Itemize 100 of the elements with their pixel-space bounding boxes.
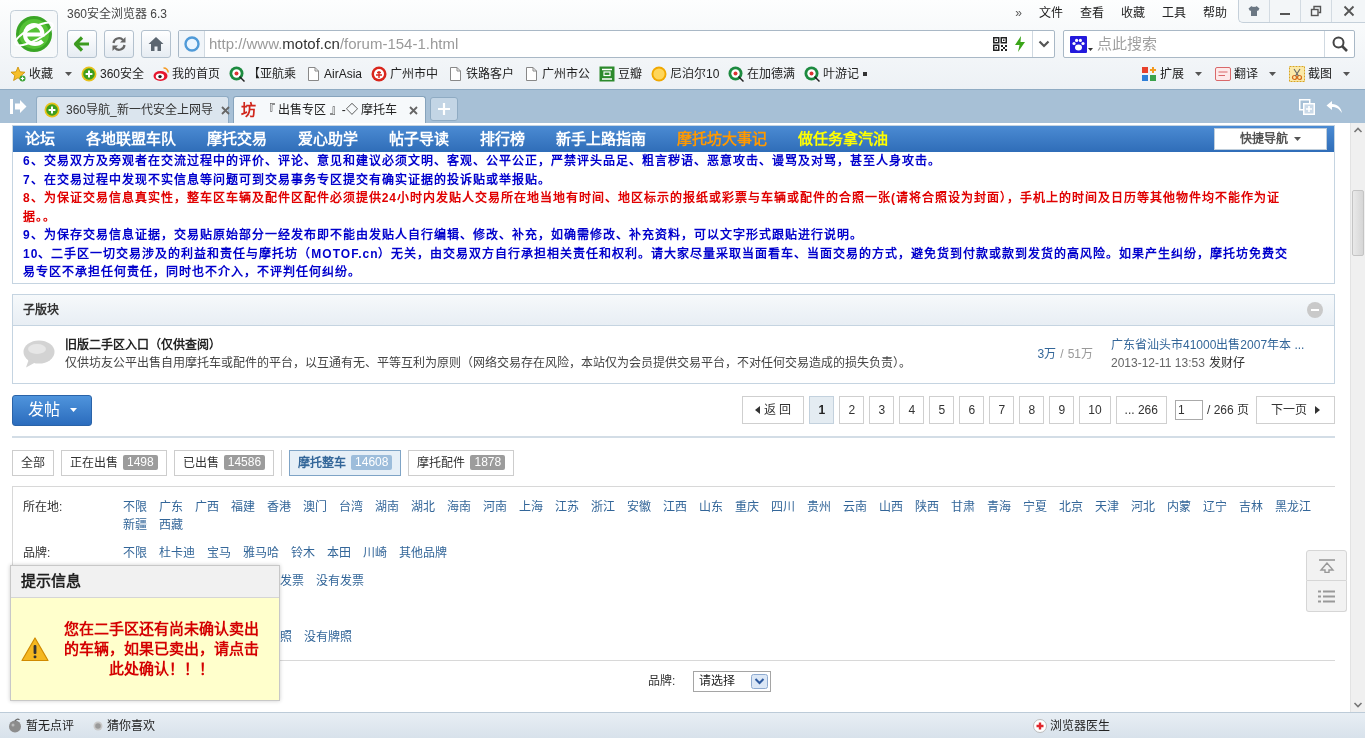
- menu-item[interactable]: 文件: [1039, 5, 1063, 21]
- eye-icon[interactable]: [153, 65, 170, 82]
- nav-link[interactable]: 做任务拿汽油: [798, 129, 888, 149]
- filter-option[interactable]: 云南: [843, 497, 867, 516]
- filter-option[interactable]: 福建: [231, 497, 255, 516]
- filter-option[interactable]: 其他品牌: [399, 543, 447, 562]
- filter-option[interactable]: 贵州: [807, 497, 831, 516]
- status-item[interactable]: 浏览器医生: [1033, 716, 1110, 735]
- filter-option[interactable]: 重庆: [735, 497, 759, 516]
- plus-badge-icon[interactable]: [44, 102, 60, 118]
- post-author[interactable]: 发财仔: [1208, 354, 1245, 372]
- refresh-button[interactable]: [104, 30, 134, 58]
- filter-tab[interactable]: 正在出售 1498: [61, 449, 167, 476]
- url-text[interactable]: http://www.motof.cn/forum-154-1.html: [209, 34, 459, 54]
- filter-option[interactable]: 安徽: [627, 497, 651, 516]
- target-icon[interactable]: [229, 65, 246, 82]
- caret-icon[interactable]: [1294, 137, 1301, 141]
- filter-option[interactable]: 香港: [267, 497, 291, 516]
- target-icon[interactable]: [804, 65, 821, 82]
- filter-option[interactable]: 新疆: [123, 515, 147, 534]
- more-menu-button[interactable]: »: [1015, 5, 1022, 21]
- filter-option[interactable]: 陕西: [915, 497, 939, 516]
- filter-option[interactable]: 铃木: [291, 543, 315, 562]
- last-post-link[interactable]: 广东省汕头市41000出售2007年本 ...: [1111, 336, 1305, 354]
- back-arrow-icon[interactable]: [73, 35, 91, 53]
- bookmark-item[interactable]: 豆瓣: [599, 64, 643, 83]
- scrollbar-thumb[interactable]: [1352, 190, 1364, 256]
- star-icon[interactable]: [10, 65, 26, 82]
- cross-icon[interactable]: [1033, 718, 1047, 733]
- refresh-icon[interactable]: [110, 35, 128, 53]
- filter-option[interactable]: 不限: [123, 543, 147, 562]
- scissors-icon[interactable]: [1289, 65, 1305, 82]
- bookmark-item[interactable]: 广州市公: [523, 64, 591, 83]
- filter-option[interactable]: 青海: [987, 497, 1011, 516]
- filter-option[interactable]: 河北: [1131, 497, 1155, 516]
- lightning-icon[interactable]: [1014, 36, 1026, 52]
- nav-link[interactable]: 各地联盟车队: [86, 129, 176, 149]
- caret-icon[interactable]: [1343, 71, 1350, 76]
- shirt-icon[interactable]: [1248, 5, 1260, 17]
- status-item[interactable]: 暂无点评: [8, 716, 74, 735]
- menu-item[interactable]: 收藏: [1121, 5, 1145, 21]
- target-icon[interactable]: [728, 65, 745, 82]
- filter-option[interactable]: 广东: [159, 497, 183, 516]
- list-icon[interactable]: [1318, 589, 1335, 603]
- caret-icon[interactable]: [1269, 71, 1276, 76]
- page-button[interactable]: 3: [869, 396, 895, 424]
- filter-option[interactable]: 山西: [879, 497, 903, 516]
- toolbar-menu[interactable]: 截图: [1289, 64, 1350, 83]
- address-bar[interactable]: http://www.motof.cn/forum-154-1.html: [178, 30, 1055, 58]
- filter-option[interactable]: 宝马: [207, 543, 231, 562]
- page-button[interactable]: 9: [1049, 396, 1075, 424]
- post-button[interactable]: 发帖: [12, 394, 92, 426]
- filter-tab[interactable]: 已出售 14586: [173, 449, 275, 476]
- nav-link[interactable]: 新手上路指南: [556, 129, 646, 149]
- page-icon[interactable]: [305, 65, 322, 82]
- plus-badge-icon[interactable]: [81, 65, 97, 82]
- bookmark-item[interactable]: 【亚航乘: [229, 64, 297, 83]
- back-button[interactable]: [67, 30, 97, 58]
- filter-option[interactable]: 甘肃: [951, 497, 975, 516]
- filter-option[interactable]: 台湾: [339, 497, 363, 516]
- bookmark-item[interactable]: AirAsia: [305, 64, 363, 83]
- filter-option[interactable]: 发票: [280, 571, 304, 590]
- page-button[interactable]: 4: [899, 396, 925, 424]
- menu-item[interactable]: 工具: [1162, 5, 1186, 21]
- filter-option[interactable]: 江西: [663, 497, 687, 516]
- filter-option[interactable]: 山东: [699, 497, 723, 516]
- restore-icon[interactable]: [1310, 5, 1322, 17]
- page-input[interactable]: 1: [1174, 400, 1203, 420]
- search-input[interactable]: 点此搜索: [1097, 33, 1324, 55]
- filter-option[interactable]: 天津: [1095, 497, 1119, 516]
- quick-nav-button[interactable]: 快捷导航: [1214, 128, 1327, 150]
- close-icon[interactable]: [409, 105, 418, 115]
- browser-tab[interactable]: 360导航_新一代安全上网导: [36, 96, 229, 123]
- close-icon[interactable]: [220, 105, 230, 115]
- page-icon[interactable]: [523, 65, 540, 82]
- nav-link[interactable]: 摩托交易: [207, 129, 267, 149]
- filter-option[interactable]: 北京: [1059, 497, 1083, 516]
- caret-icon[interactable]: [65, 71, 72, 76]
- page-button[interactable]: 5: [929, 396, 955, 424]
- filter-option[interactable]: 没有发票: [316, 571, 364, 590]
- filter-option[interactable]: 内蒙: [1167, 497, 1191, 516]
- filter-option[interactable]: 上海: [519, 497, 543, 516]
- bookmark-item[interactable]: 叶游记: [804, 64, 860, 83]
- filter-option[interactable]: 照: [280, 627, 292, 646]
- new-tab-button[interactable]: [430, 97, 458, 121]
- menu-item[interactable]: 帮助: [1203, 5, 1227, 21]
- search-icon[interactable]: [1331, 36, 1348, 52]
- browser-logo-icon[interactable]: [10, 10, 58, 58]
- return-button[interactable]: 返 回: [741, 396, 805, 424]
- filter-option[interactable]: 本田: [327, 543, 351, 562]
- filter-tab[interactable]: 摩托整车 14608: [289, 449, 402, 476]
- menu-item[interactable]: 查看: [1080, 5, 1104, 21]
- page-button[interactable]: 1: [809, 396, 835, 424]
- filter-option[interactable]: 川崎: [363, 543, 387, 562]
- filter-option[interactable]: 雅马哈: [243, 543, 279, 562]
- next-page-button[interactable]: 下一页: [1256, 396, 1335, 424]
- toolbar-menu[interactable]: 翻译: [1215, 64, 1276, 83]
- right-triangle-icon[interactable]: [1315, 406, 1320, 414]
- filter-option[interactable]: 河南: [483, 497, 507, 516]
- filter-option[interactable]: 没有牌照: [304, 627, 352, 646]
